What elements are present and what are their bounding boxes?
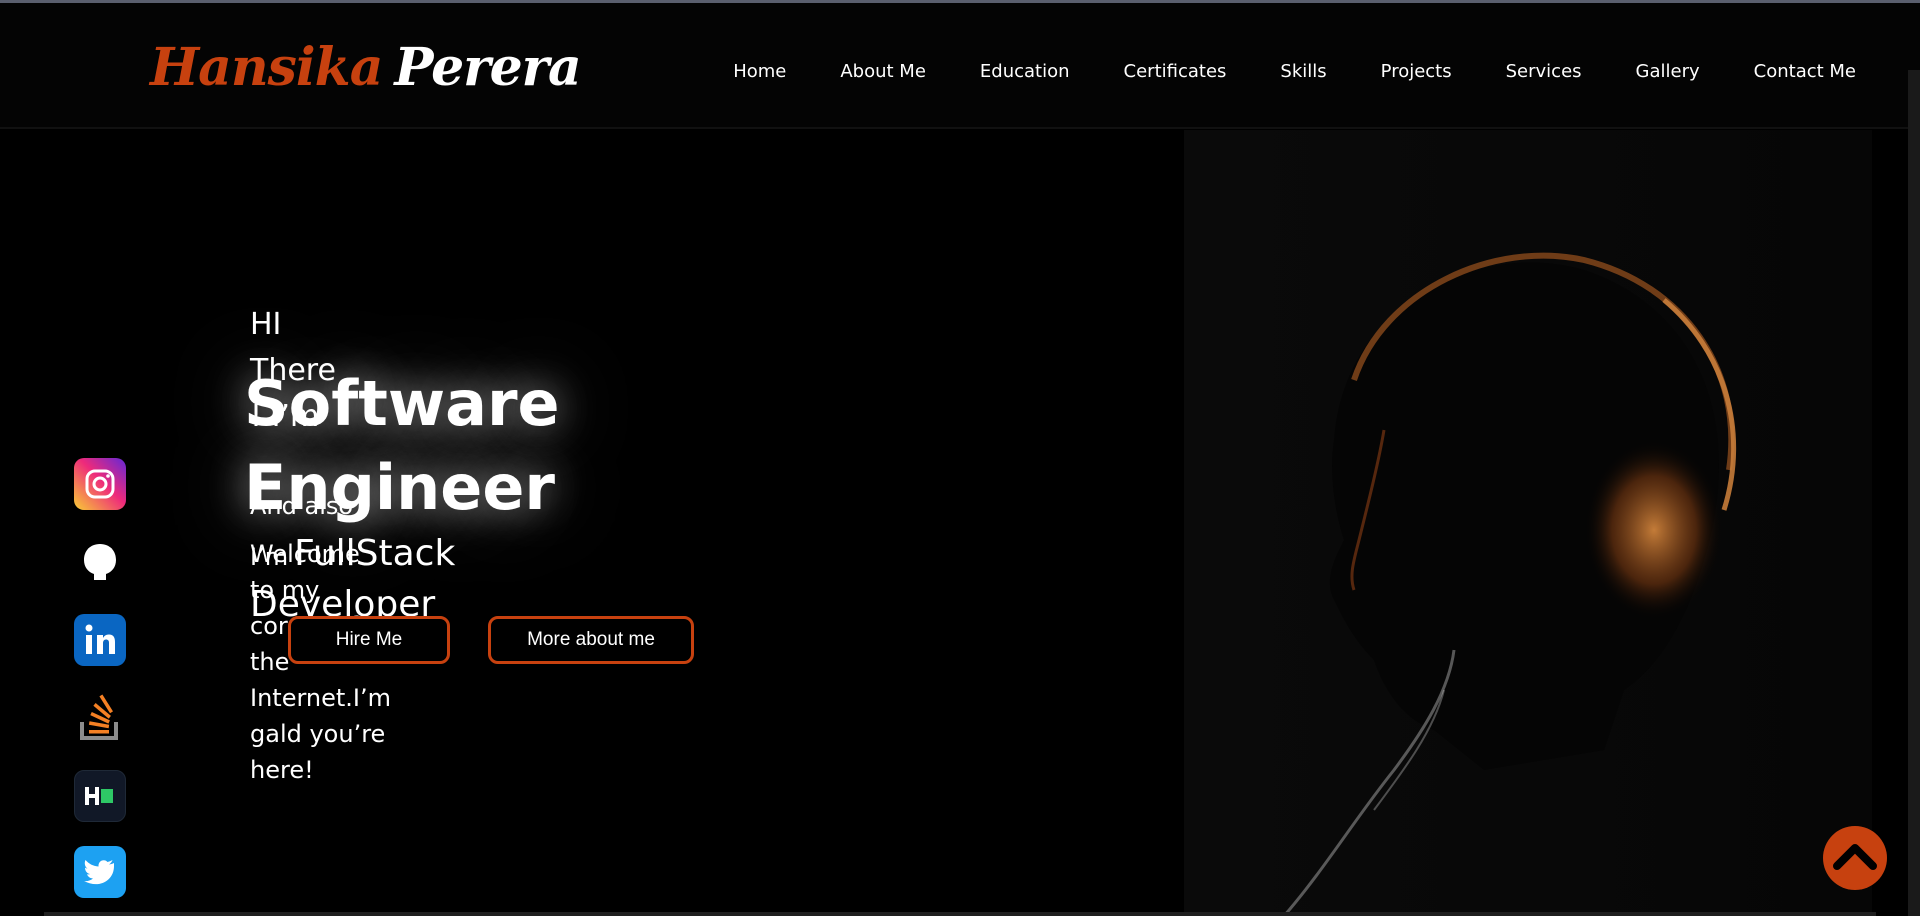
stackoverflow-glyph — [80, 694, 118, 740]
profile-photo — [1184, 130, 1872, 916]
page-scrollbar[interactable] — [1908, 70, 1920, 916]
site-logo[interactable]: Hansika Perera — [150, 33, 582, 103]
more-about-me-button[interactable]: More about me — [488, 616, 694, 664]
nav-gallery[interactable]: Gallery — [1636, 53, 1700, 91]
github-glyph — [84, 544, 116, 580]
nav-contact-me[interactable]: Contact Me — [1754, 53, 1856, 91]
main-nav: Home About Me Education Certificates Ski… — [679, 53, 1856, 91]
github-icon[interactable] — [74, 536, 126, 588]
hire-me-button[interactable]: Hire Me — [288, 616, 450, 664]
scroll-to-top-button[interactable] — [1823, 826, 1887, 890]
hackerrank-glyph — [85, 787, 113, 805]
logo-first-name: Hansika — [150, 37, 383, 98]
nav-services[interactable]: Services — [1506, 53, 1582, 91]
instagram-glyph — [85, 469, 115, 499]
nav-projects[interactable]: Projects — [1381, 53, 1452, 91]
nav-certificates[interactable]: Certificates — [1124, 53, 1227, 91]
chevron-up-icon — [1833, 844, 1877, 870]
site-header: Hansika Perera Home About Me Education Ce… — [0, 3, 1920, 129]
nav-about-me[interactable]: About Me — [840, 53, 926, 91]
linkedin-glyph — [85, 624, 115, 654]
nav-education[interactable]: Education — [980, 53, 1070, 91]
hackerrank-icon[interactable] — [74, 770, 126, 822]
silhouette-image — [1282, 252, 1737, 916]
instagram-icon[interactable] — [74, 458, 126, 510]
linkedin-icon[interactable] — [74, 614, 126, 666]
nav-home[interactable]: Home — [733, 53, 786, 91]
logo-last-name: Perera — [394, 37, 581, 98]
nav-skills[interactable]: Skills — [1280, 53, 1326, 91]
horizontal-scrollbar[interactable] — [44, 912, 1876, 916]
twitter-icon[interactable] — [74, 846, 126, 898]
stackoverflow-icon[interactable] — [74, 692, 126, 744]
twitter-glyph — [84, 860, 114, 885]
